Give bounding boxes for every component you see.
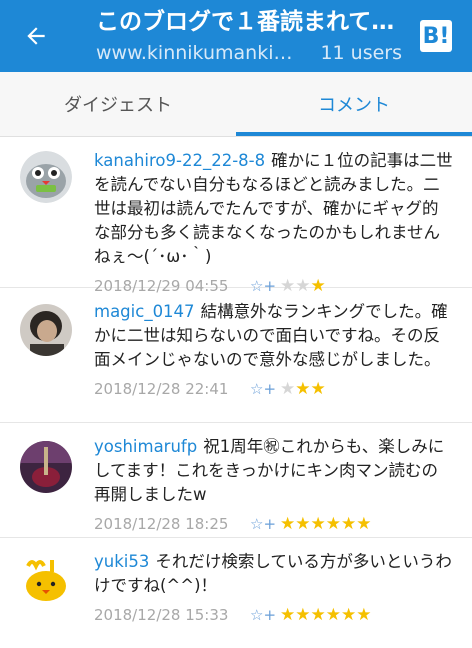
- comment-date: 2018/12/28 22:41: [94, 380, 229, 398]
- comment-text-block: magic_0147 結構意外なランキングでした。確かに二世は知らないので面白いで…: [94, 300, 454, 372]
- comment-body: yoshimarufp 祝1周年㊗これからも、楽しみにしてます！これをきっかけにキ…: [94, 435, 454, 535]
- comment-body: magic_0147 結構意外なランキングでした。確かに二世は知らないので面白いで…: [94, 300, 454, 400]
- comment-username[interactable]: yoshimarufp: [94, 437, 197, 456]
- page-subtitle: www.kinnikumankin... 11 users: [96, 40, 402, 66]
- comment-text-block: yuki53 それだけ検索している方が多いというわけですね(^^)！: [94, 550, 454, 598]
- avatar-mi-icon: [20, 552, 72, 604]
- comment-username[interactable]: kanahiro9-22_22-8-8: [94, 151, 265, 170]
- page-title: このブログで１番読まれて…: [96, 9, 395, 35]
- comment-date: 2018/12/28 18:25: [94, 515, 229, 533]
- comment-item: yoshimarufp 祝1周年㊗これからも、楽しみにしてます！これをきっかけにキ…: [0, 423, 472, 538]
- comment-text-block: kanahiro9-22_22-8-8 確かに１位の記事は二世を読んでない自分もな…: [94, 149, 454, 269]
- comment-item: magic_0147 結構意外なランキングでした。確かに二世は知らないので面白いで…: [0, 288, 472, 423]
- star-rating: ★★★★★★: [280, 605, 371, 625]
- avatar[interactable]: [20, 441, 72, 493]
- comment-meta: 2018/12/28 22:41 ☆+ ★★★: [94, 378, 454, 400]
- back-button[interactable]: [14, 14, 58, 58]
- gold-stars: ★★: [295, 379, 326, 399]
- comment-date: 2018/12/28 15:33: [94, 606, 229, 624]
- comment-text-block: yoshimarufp 祝1周年㊗これからも、楽しみにしてます！これをきっかけにキ…: [94, 435, 454, 507]
- add-star-icon[interactable]: ☆+: [250, 515, 280, 533]
- star-rating: ★★★: [280, 379, 326, 399]
- comment-username[interactable]: magic_0147: [94, 302, 195, 321]
- star-rating: ★★★★★★: [280, 514, 371, 534]
- gold-stars: ★★★★★★: [280, 605, 372, 625]
- tab-digest[interactable]: ダイジェスト: [0, 72, 236, 136]
- hatena-bookmark-icon[interactable]: B!: [420, 20, 452, 52]
- tab-comments[interactable]: コメント: [236, 72, 472, 136]
- app-bar: このブログで１番読まれて… www.kinnikumankin... 11 us…: [0, 0, 472, 72]
- back-arrow-icon: [27, 27, 45, 45]
- avatar-character-icon: [20, 151, 72, 203]
- gold-stars: ★★★★★★: [280, 514, 372, 534]
- comment-body: kanahiro9-22_22-8-8 確かに１位の記事は二世を読んでない自分もな…: [94, 149, 454, 297]
- comment-item: kanahiro9-22_22-8-8 確かに１位の記事は二世を読んでない自分もな…: [0, 137, 472, 296]
- comment-list: kanahiro9-22_22-8-8 確かに１位の記事は二世を読んでない自分もな…: [0, 137, 472, 648]
- add-star-icon[interactable]: ☆+: [250, 606, 280, 624]
- page-url[interactable]: www.kinnikumankin...: [96, 40, 296, 66]
- avatar[interactable]: [20, 151, 72, 203]
- grey-stars: ★: [280, 379, 296, 399]
- comment-meta: 2018/12/28 18:25 ☆+ ★★★★★★: [94, 513, 454, 535]
- comment-username[interactable]: yuki53: [94, 552, 149, 571]
- tab-bar: ダイジェスト コメント: [0, 72, 472, 137]
- avatar-guitar-icon: [20, 441, 72, 493]
- add-star-icon[interactable]: ☆+: [250, 380, 280, 398]
- avatar[interactable]: [20, 552, 72, 604]
- users-count[interactable]: 11 users: [320, 40, 402, 66]
- comment-body: yuki53 それだけ検索している方が多いというわけですね(^^)！ 2018/1…: [94, 550, 454, 626]
- avatar[interactable]: [20, 304, 72, 356]
- comment-meta: 2018/12/28 15:33 ☆+ ★★★★★★: [94, 604, 454, 626]
- avatar-photo-icon: [20, 304, 72, 356]
- comment-item: yuki53 それだけ検索している方が多いというわけですね(^^)！ 2018/1…: [0, 538, 472, 648]
